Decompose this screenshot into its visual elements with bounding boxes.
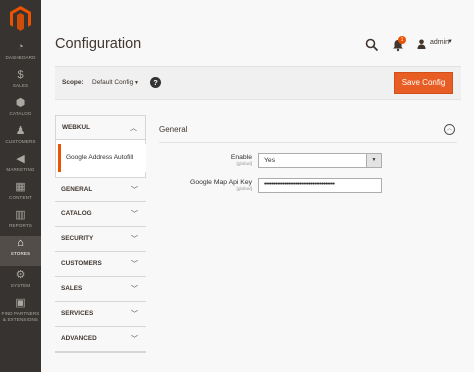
section-label: ADVANCED: [61, 335, 97, 342]
sidebar-item-label: Marketing: [6, 167, 35, 172]
chevron-down-icon: ﹀: [131, 286, 138, 293]
config-section-services[interactable]: SERVICES ﹀: [55, 302, 146, 327]
storefront-icon: ⌂: [17, 237, 24, 249]
person-icon: ♟: [15, 125, 26, 137]
config-section-advanced[interactable]: ADVANCED ﹀: [55, 327, 146, 352]
scope-label: Scope:: [62, 79, 84, 86]
field-label-enable: Enable: [230, 154, 252, 161]
chevron-down-icon: ﹀: [131, 211, 138, 218]
sidebar-item-find-partners[interactable]: ▣ Find Partners & Extensions: [0, 296, 41, 328]
sidebar-item-label: Sales: [12, 83, 29, 88]
google-map-api-key-input[interactable]: ••••••••••••••••••••••••••••••••••••••: [258, 178, 382, 193]
chevron-down-icon: ﹀: [131, 261, 138, 268]
sidebar-item-label: Customers: [5, 139, 36, 144]
config-item-label: Google Address Autofill: [66, 154, 134, 161]
sidebar-item-label: Dashboard: [5, 55, 36, 60]
sidebar-item-stores[interactable]: ⌂ Stores: [0, 236, 41, 266]
chevron-down-icon: ﹀: [131, 187, 138, 194]
sidebar-item-label: Reports: [9, 223, 32, 228]
sidebar-item-dashboard[interactable]: ◔ Dashboard: [0, 40, 41, 68]
field-scope-api-key: [global]: [236, 187, 252, 192]
section-label: GENERAL: [61, 186, 93, 193]
notification-badge: 1: [398, 36, 406, 44]
sidebar-item-system[interactable]: ⚙ System: [0, 268, 41, 296]
sidebar-item-marketing[interactable]: ◀ Marketing: [0, 152, 41, 180]
sidebar-item-customers[interactable]: ♟ Customers: [0, 124, 41, 152]
gear-icon: ⚙: [15, 269, 26, 281]
sidebar-item-catalog[interactable]: ⬢ Catalog: [0, 96, 41, 124]
section-label: CUSTOMERS: [61, 260, 102, 267]
chevron-down-icon: ﹀: [131, 311, 138, 318]
scope-switcher[interactable]: Default Config: [92, 79, 133, 86]
field-label-api-key: Google Map Api Key: [190, 179, 252, 186]
config-section-sales[interactable]: SALES ﹀: [55, 277, 146, 302]
save-config-button[interactable]: Save Config: [394, 72, 453, 94]
partners-icon: ▣: [15, 297, 26, 309]
layout-icon: ▦: [15, 181, 26, 193]
field-scope-enable: [global]: [236, 162, 252, 167]
magento-logo[interactable]: [10, 6, 31, 31]
config-section-webkul[interactable]: WEBKUL ︿: [55, 115, 146, 140]
config-item-google-address-autofill[interactable]: Google Address Autofill: [58, 144, 146, 172]
sidebar-item-label: & Extensions: [2, 317, 39, 322]
sidebar-item-label: Catalog: [9, 111, 32, 116]
sidebar-item-label: System: [10, 283, 31, 288]
config-section-security[interactable]: SECURITY ﹀: [55, 227, 146, 252]
chevron-down-icon: ﹀: [131, 336, 138, 343]
caret-down-icon[interactable]: ▼: [366, 154, 381, 167]
admin-sidebar: ◔ Dashboard $ Sales ⬢ Catalog ♟ Customer…: [0, 0, 41, 372]
help-icon[interactable]: ?: [150, 77, 161, 88]
config-section-general[interactable]: GENERAL ﹀: [55, 177, 146, 202]
section-label: CATALOG: [61, 210, 92, 217]
section-label: SECURITY: [61, 235, 94, 242]
sidebar-item-sales[interactable]: $ Sales: [0, 68, 41, 96]
chevron-up-icon: ︿: [130, 125, 137, 132]
config-section-catalog[interactable]: CATALOG ﹀: [55, 202, 146, 227]
user-icon[interactable]: [417, 39, 426, 49]
select-value: Yes: [264, 157, 276, 164]
sidebar-item-reports[interactable]: ▥ Reports: [0, 208, 41, 236]
section-label: SERVICES: [61, 310, 94, 317]
section-label: SALES: [61, 285, 83, 292]
chevron-down-icon: ﹀: [131, 236, 138, 243]
password-mask: ••••••••••••••••••••••••••••••••••••••: [264, 181, 335, 188]
enable-select[interactable]: Yes ▼: [258, 153, 382, 168]
megaphone-icon: ◀: [16, 153, 25, 165]
group-title[interactable]: General: [159, 125, 187, 134]
divider: [159, 142, 457, 143]
chevron-down-icon[interactable]: ▼: [134, 80, 139, 86]
cube-icon: ⬢: [15, 97, 26, 109]
bar-chart-icon: ▥: [15, 209, 26, 221]
section-label: WEBKUL: [62, 124, 91, 131]
speedometer-icon: ◔: [17, 41, 24, 53]
sidebar-item-content[interactable]: ▦ Content: [0, 180, 41, 208]
sidebar-item-label: Content: [9, 195, 32, 200]
page-title: Configuration: [55, 36, 142, 52]
sidebar-item-label: Stores: [10, 251, 31, 256]
search-icon[interactable]: [365, 38, 379, 52]
collapse-toggle-icon[interactable]: ︿: [444, 124, 455, 135]
dollar-icon: $: [17, 69, 24, 81]
config-section-customers[interactable]: CUSTOMERS ﹀: [55, 252, 146, 277]
chevron-down-icon[interactable]: ▼: [447, 39, 453, 45]
